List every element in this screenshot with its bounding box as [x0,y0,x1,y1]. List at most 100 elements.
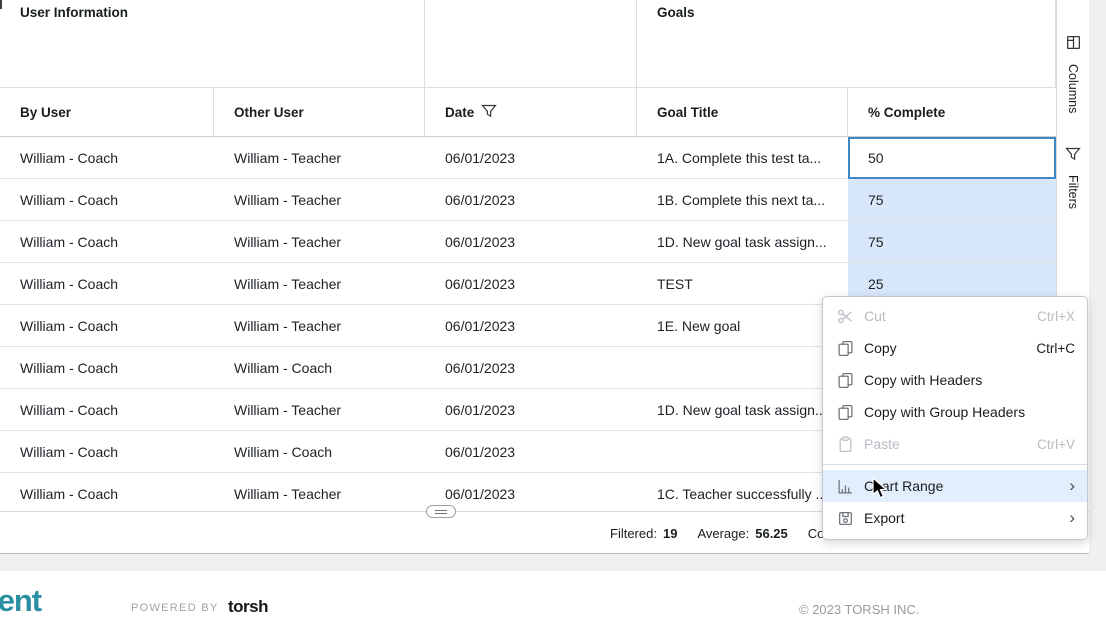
cell-by-user[interactable]: William - Coach [0,179,214,221]
cell-other-user[interactable]: William - Coach [214,347,425,389]
cell-date[interactable]: 06/01/2023 [425,431,637,473]
cell-by-user[interactable]: William - Coach [0,305,214,347]
group-header-blank [425,0,637,87]
cell-date[interactable]: 06/01/2023 [425,137,637,179]
group-header-label: User Information [20,5,129,20]
group-header-row: User Information Goals [0,0,1056,88]
menu-item-cut: Cut Ctrl+X [823,300,1087,332]
chart-icon [836,477,854,495]
menu-item-label: Copy with Group Headers [864,404,1026,420]
context-menu: Cut Ctrl+X Copy Ctrl+C Copy with Headers Copy… [822,296,1088,540]
table-row: William - Coach William - Teacher 06/01/20… [0,179,1056,221]
cell-date[interactable]: 06/01/2023 [425,221,637,263]
cell-by-user[interactable]: William - Coach [0,137,214,179]
submenu-chevron-icon: › [1069,475,1075,495]
side-tab-label: Filters [1066,175,1080,210]
cell-goal-title[interactable]: 1C. Teacher successfully ... [637,473,848,511]
menu-item-label: Export [864,510,905,526]
menu-item-paste: Paste Ctrl+V [823,428,1087,460]
cell-goal-title[interactable]: 1D. New goal task assign... [637,389,848,431]
filter-icon [481,103,498,122]
cell-pct[interactable]: 75 [848,179,1056,221]
column-header-label: Date [445,104,475,120]
cell-other-user[interactable]: William - Teacher [214,389,425,431]
cell-pct[interactable]: 75 [848,221,1056,263]
powered-by-label: POWERED BY [131,602,219,614]
filtered-label: Filtered: [610,525,657,541]
column-header-row: By User Other User Date Goal Title % Complet… [0,88,1056,137]
menu-shortcut: Ctrl+V [1037,436,1075,452]
average-value: 56.25 [755,525,788,541]
cell-other-user[interactable]: William - Teacher [214,473,425,511]
clipped-artifact [0,0,2,9]
cell-by-user[interactable]: William - Coach [0,221,214,263]
cell-by-user[interactable]: William - Coach [0,473,214,511]
column-header-date[interactable]: Date [425,88,637,136]
menu-separator [823,464,1087,465]
cell-goal-title[interactable]: 1B. Complete this next ta... [637,179,848,221]
cell-goal-title[interactable]: 1D. New goal task assign... [637,221,848,263]
cell-date[interactable]: 06/01/2023 [425,347,637,389]
scissors-icon [836,307,854,325]
paste-icon [836,435,854,453]
menu-item-copy-with-headers[interactable]: Copy with Headers [823,364,1087,396]
column-header-label: Other User [234,104,304,120]
cell-by-user[interactable]: William - Coach [0,431,214,473]
group-header-user-information: User Information [0,0,425,87]
save-icon [836,509,854,527]
menu-item-chart-range[interactable]: Chart Range › [823,470,1087,502]
app-root: User Information Goals By User Other User D… [0,0,1106,630]
group-header-label: Goals [657,5,695,20]
menu-item-label: Copy with Headers [864,372,983,388]
table-row: William - Coach William - Teacher 06/01/20… [0,221,1056,263]
column-header-goal-title[interactable]: Goal Title [637,88,848,136]
cell-goal-title[interactable]: TEST [637,263,848,305]
cell-other-user[interactable]: William - Teacher [214,137,425,179]
copy-icon [836,403,854,421]
page-divider-band [0,554,1106,571]
submenu-chevron-icon: › [1069,507,1075,527]
filter-icon [1065,146,1081,167]
filtered-value: 19 [662,525,678,541]
cell-by-user[interactable]: William - Coach [0,389,214,431]
column-header-by-user[interactable]: By User [0,88,214,136]
cell-goal-title[interactable] [637,347,848,389]
menu-item-label: Paste [864,436,900,452]
cell-date[interactable]: 06/01/2023 [425,179,637,221]
column-header-label: By User [20,104,72,120]
cell-by-user[interactable]: William - Coach [0,347,214,389]
cell-other-user[interactable]: William - Coach [214,431,425,473]
cell-by-user[interactable]: William - Coach [0,263,214,305]
cell-date[interactable]: 06/01/2023 [425,389,637,431]
torsh-brand: torsh [228,597,269,616]
menu-item-copy-with-group-headers[interactable]: Copy with Group Headers [823,396,1087,428]
side-tab-label: Columns [1066,64,1080,114]
table-row: William - Coach William - Teacher 06/01/20… [0,137,1056,179]
copy-icon [836,371,854,389]
cell-date[interactable]: 06/01/2023 [425,305,637,347]
menu-item-label: Copy [864,340,897,356]
group-header-goals: Goals [637,0,1056,87]
cell-other-user[interactable]: William - Teacher [214,305,425,347]
menu-item-label: Cut [864,308,886,324]
menu-item-copy[interactable]: Copy Ctrl+C [823,332,1087,364]
side-tab-columns[interactable]: Columns [1057,34,1089,113]
menu-item-export[interactable]: Export › [823,502,1087,534]
cell-other-user[interactable]: William - Teacher [214,263,425,305]
cell-goal-title[interactable]: 1A. Complete this test ta... [637,137,848,179]
average-label: Average: [697,525,750,541]
column-header-label: Goal Title [657,104,719,120]
talent-logo-partial: lent [0,583,42,618]
cell-pct[interactable]: 50 [848,137,1056,179]
cell-goal-title[interactable] [637,431,848,473]
copy-icon [836,339,854,357]
column-header-other-user[interactable]: Other User [214,88,425,136]
column-header--complete[interactable]: % Complete [848,88,1056,136]
cell-goal-title[interactable]: 1E. New goal [637,305,848,347]
cell-date[interactable]: 06/01/2023 [425,473,637,511]
cell-other-user[interactable]: William - Teacher [214,179,425,221]
cell-other-user[interactable]: William - Teacher [214,221,425,263]
grid-resize-handle[interactable] [426,505,456,518]
side-tab-filters[interactable]: Filters [1057,146,1089,209]
cell-date[interactable]: 06/01/2023 [425,263,637,305]
